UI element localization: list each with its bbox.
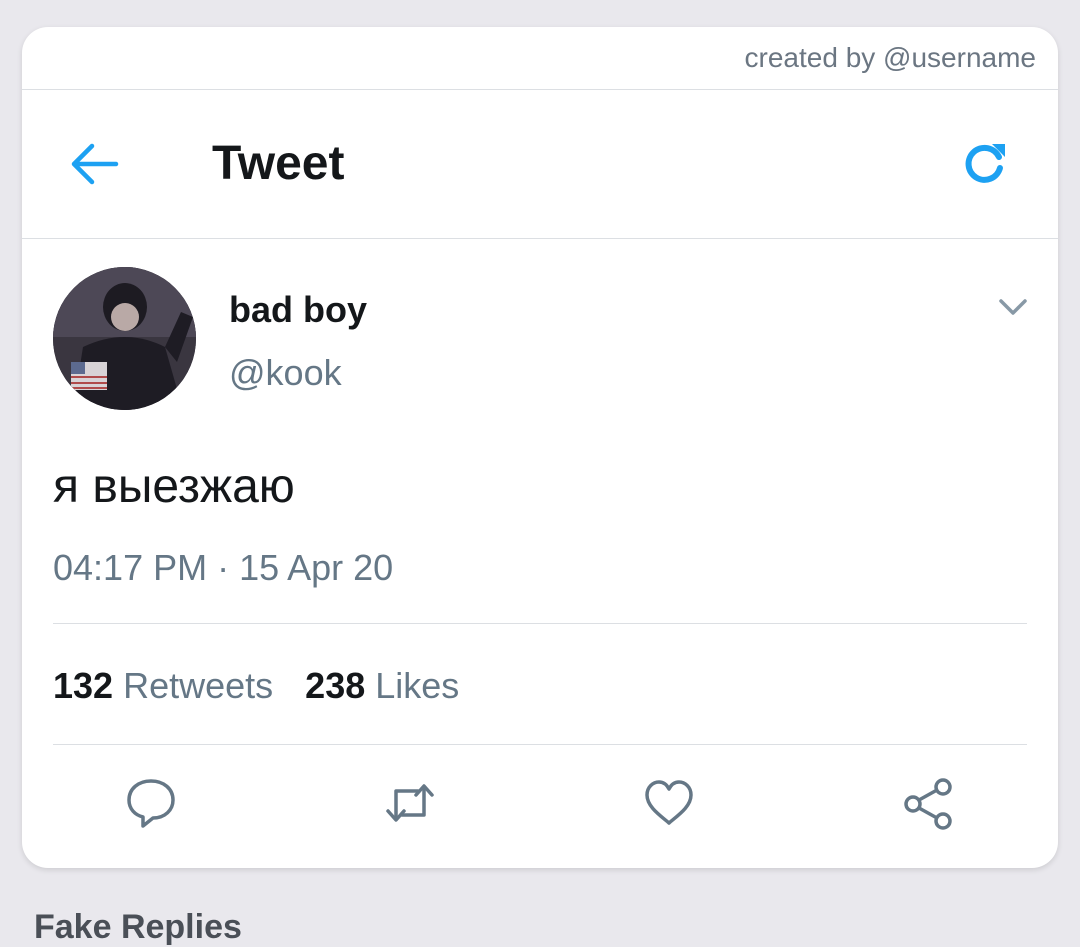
page-title: Tweet [212,137,345,190]
credit-bar: created by @username [22,27,1058,90]
retweets-stat[interactable]: 132 Retweets [53,665,273,707]
tweet-menu-button[interactable] [996,295,1030,319]
retweets-label: Retweets [123,665,274,706]
reply-button[interactable] [123,775,179,831]
likes-stat[interactable]: 238 Likes [305,665,459,707]
likes-count: 238 [305,665,366,706]
action-bar [22,775,1058,835]
engagement-stats: 132 Retweets 238 Likes [53,665,491,707]
like-button[interactable] [641,775,697,831]
user-handle[interactable]: @kook [229,352,342,394]
likes-label: Likes [375,665,460,706]
retweet-button[interactable] [382,775,438,831]
divider [53,744,1027,745]
tweet-text: я выезжаю [53,460,295,513]
chevron-down-icon [999,299,1027,315]
arrow-left-icon [71,143,119,185]
share-icon [904,778,952,830]
tweet-header: Tweet [22,90,1058,239]
display-name[interactable]: bad boy [229,289,367,331]
heart-icon [645,780,693,825]
retweet-icon [386,784,434,822]
share-button[interactable] [901,775,957,831]
refresh-icon [965,144,1005,183]
tweet-card: created by @username Tweet bad boy @kook… [22,27,1058,868]
avatar[interactable] [53,267,196,410]
divider [53,623,1027,624]
tweet-timestamp: 04:17 PM · 15 Apr 20 [53,547,394,588]
credit-text: created by @username [744,42,1036,73]
refresh-button[interactable] [962,140,1008,186]
comment-icon [127,779,175,828]
section-heading-partial: Fake Replies [34,908,242,946]
avatar-image [53,267,196,410]
back-button[interactable] [68,141,120,187]
retweets-count: 132 [53,665,114,706]
